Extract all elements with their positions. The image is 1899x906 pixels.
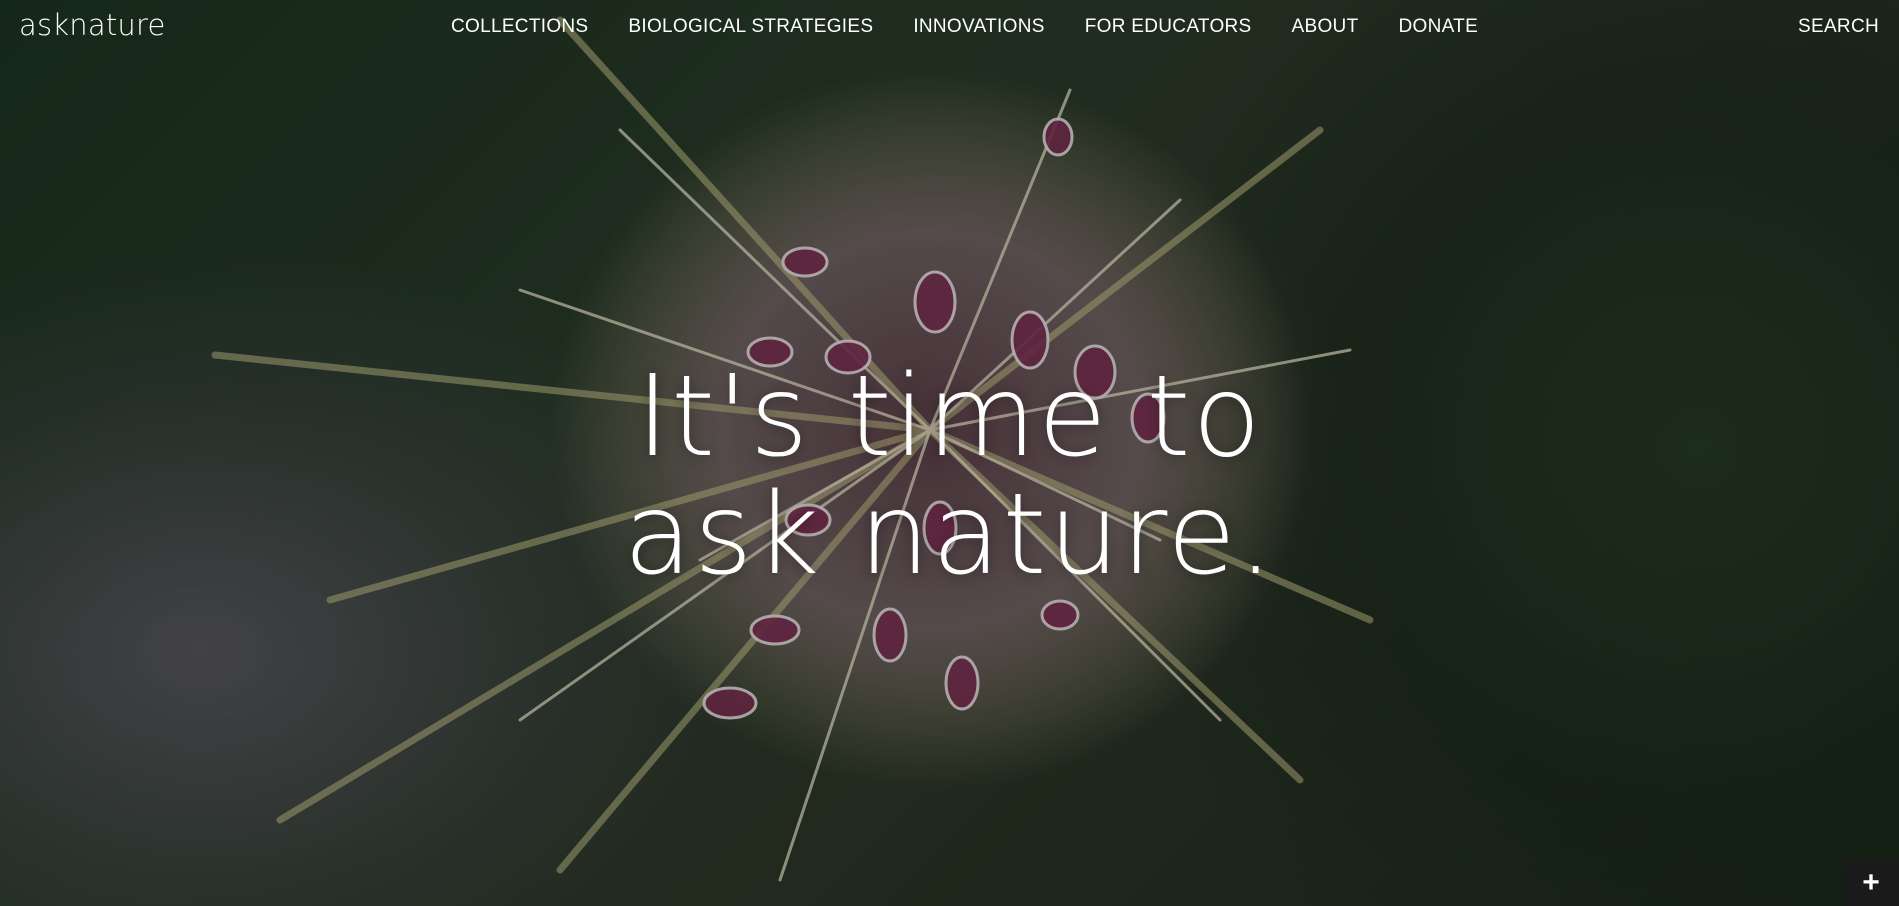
nav-item-donate[interactable]: DONATE bbox=[1398, 16, 1478, 38]
asknature-logo[interactable]: asknature bbox=[19, 8, 166, 42]
headline-line-1: It's time to bbox=[636, 352, 1263, 482]
hero-section: asknature COLLECTIONS BIOLOGICAL STRATEG… bbox=[0, 0, 1899, 906]
nav-item-biological-strategies[interactable]: BIOLOGICAL STRATEGIES bbox=[628, 16, 873, 38]
nav-item-about[interactable]: ABOUT bbox=[1292, 16, 1359, 38]
main-menu: COLLECTIONS BIOLOGICAL STRATEGIES INNOVA… bbox=[451, 16, 1478, 38]
search-link[interactable]: SEARCH bbox=[1798, 16, 1879, 38]
nav-item-for-educators[interactable]: FOR EDUCATORS bbox=[1085, 16, 1252, 38]
nav-item-collections[interactable]: COLLECTIONS bbox=[451, 16, 588, 38]
hero-headline: It's time to ask nature. bbox=[0, 358, 1899, 594]
plus-icon[interactable]: + bbox=[1843, 860, 1899, 906]
top-navigation: asknature COLLECTIONS BIOLOGICAL STRATEG… bbox=[0, 0, 1899, 56]
headline-line-2: ask nature. bbox=[623, 470, 1276, 600]
nav-item-innovations[interactable]: INNOVATIONS bbox=[913, 16, 1044, 38]
